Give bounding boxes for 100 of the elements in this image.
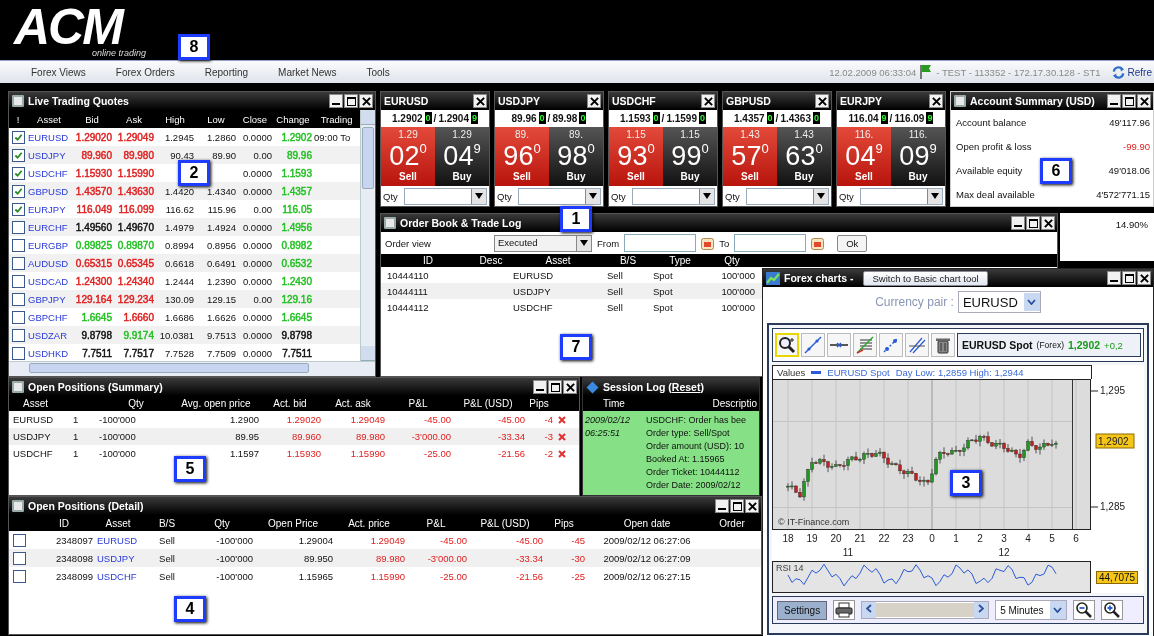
column-header[interactable]: Pips xyxy=(543,517,585,529)
calendar-icon[interactable] xyxy=(811,236,825,250)
close-button[interactable] xyxy=(1041,216,1055,230)
column-header[interactable]: P&L (USD) xyxy=(451,398,525,409)
column-header[interactable]: Pips xyxy=(525,398,553,409)
chart-scrollbar[interactable] xyxy=(861,601,990,619)
checkbox[interactable] xyxy=(11,148,25,162)
checkbox[interactable] xyxy=(13,569,26,583)
calendar-icon[interactable] xyxy=(701,236,715,250)
checkbox[interactable] xyxy=(11,184,25,198)
column-header[interactable]: Open Price xyxy=(253,517,333,529)
close-button[interactable] xyxy=(563,380,577,394)
checkbox[interactable] xyxy=(11,274,25,288)
switch-chart-button[interactable]: Switch to Basic chart tool xyxy=(863,270,988,286)
close-button[interactable] xyxy=(701,94,715,108)
column-header[interactable]: Asset xyxy=(511,255,605,266)
close-button[interactable] xyxy=(815,94,829,108)
close-button[interactable] xyxy=(473,94,487,108)
checkbox[interactable] xyxy=(11,310,25,324)
checkbox[interactable] xyxy=(11,346,25,360)
minimize-button[interactable] xyxy=(1011,216,1025,230)
qty-combo-box[interactable] xyxy=(859,187,943,205)
buy-button[interactable]: 89. 98$^{0}$ Buy xyxy=(549,126,603,187)
close-button[interactable] xyxy=(359,94,373,108)
maximize-button[interactable] xyxy=(1026,216,1040,230)
sell-button[interactable]: 1.43 57$^{0}$ Sell xyxy=(723,126,777,187)
points-tool-button[interactable] xyxy=(879,333,903,357)
column-header[interactable]: ! xyxy=(9,110,27,128)
refresh-button[interactable]: Refre xyxy=(1110,64,1152,80)
column-header[interactable]: Act. bid xyxy=(259,398,321,409)
checkbox[interactable] xyxy=(11,256,25,270)
column-header[interactable]: Asset xyxy=(27,110,71,128)
qty-combo-box[interactable] xyxy=(403,187,487,205)
buy-button[interactable]: 1.29 04$^{9}$ Buy xyxy=(435,126,489,187)
column-header[interactable]: Bid xyxy=(71,110,113,128)
column-header[interactable]: ID xyxy=(385,255,471,266)
currency-pair-select[interactable]: EURUSD xyxy=(957,291,1041,313)
column-header[interactable]: Order xyxy=(709,517,755,529)
interval-select[interactable]: 5 Minutes xyxy=(995,600,1067,620)
close-button[interactable] xyxy=(587,94,601,108)
zoom-tool-button[interactable] xyxy=(775,333,799,357)
qty-combo-box[interactable] xyxy=(517,187,601,205)
column-header[interactable]: P&L xyxy=(405,517,467,529)
minimize-button[interactable] xyxy=(715,499,729,513)
column-header[interactable]: Low xyxy=(195,110,237,128)
column-header[interactable]: Type xyxy=(651,255,709,266)
checkbox[interactable] xyxy=(11,328,25,342)
scroll-right-icon[interactable] xyxy=(978,604,985,613)
settings-button[interactable]: Settings xyxy=(777,600,828,620)
column-header[interactable]: Qty xyxy=(99,398,173,409)
sell-button[interactable]: 116. 04$^{9}$ Sell xyxy=(837,126,891,187)
minimize-button[interactable] xyxy=(1107,94,1121,108)
order-view-select[interactable]: Executed xyxy=(494,234,592,252)
column-header[interactable]: Avg. open price xyxy=(173,398,259,409)
buy-button[interactable]: 116. 09$^{9}$ Buy xyxy=(891,126,945,187)
close-position-icon[interactable] xyxy=(558,432,566,441)
buy-button[interactable]: 1.43 63$^{0}$ Buy xyxy=(777,126,831,187)
column-header[interactable]: Trading xyxy=(313,110,361,128)
delete-icon[interactable] xyxy=(931,333,955,357)
zoom-in-button[interactable] xyxy=(1100,600,1123,620)
checkbox[interactable] xyxy=(13,551,26,565)
maximize-button[interactable] xyxy=(344,94,358,108)
close-position-icon[interactable] xyxy=(558,449,566,458)
column-header[interactable]: Ask xyxy=(113,110,155,128)
to-date-field[interactable] xyxy=(734,234,807,252)
maximize-button[interactable] xyxy=(730,499,744,513)
sell-button[interactable]: 89. 96$^{0}$ Sell xyxy=(495,126,549,187)
column-header[interactable]: B/S xyxy=(605,255,651,266)
checkbox[interactable] xyxy=(11,292,25,306)
ok-button[interactable]: Ok xyxy=(837,234,868,252)
column-header[interactable]: Asset xyxy=(93,517,143,529)
menu-item[interactable]: Market News xyxy=(269,62,346,82)
menu-item[interactable]: Forex Views xyxy=(22,62,95,82)
checkbox[interactable] xyxy=(11,202,25,216)
close-button[interactable] xyxy=(745,499,759,513)
maximize-button[interactable] xyxy=(1122,271,1136,285)
column-header[interactable]: P&L (USD) xyxy=(467,517,543,529)
checkbox[interactable] xyxy=(11,166,25,180)
column-header[interactable]: Open date xyxy=(585,517,709,529)
horizontal-line-tool-button[interactable] xyxy=(827,333,851,357)
minimize-button[interactable] xyxy=(533,380,547,394)
menu-item[interactable]: Tools xyxy=(357,62,399,82)
close-position-icon[interactable] xyxy=(558,415,566,424)
trend-line-tool-button[interactable] xyxy=(801,333,825,357)
print-button[interactable] xyxy=(833,600,856,620)
column-header[interactable]: Desc xyxy=(471,255,511,266)
close-button[interactable] xyxy=(1137,94,1151,108)
checkbox[interactable] xyxy=(11,220,25,234)
scroll-left-icon[interactable] xyxy=(866,604,873,613)
column-header[interactable]: Act. price xyxy=(333,517,405,529)
column-header[interactable]: Close xyxy=(237,110,273,128)
horizontal-scrollbar[interactable] xyxy=(9,361,375,376)
column-header[interactable]: P&L xyxy=(385,398,451,409)
buy-button[interactable]: 1.15 99$^{0}$ Buy xyxy=(663,126,717,187)
column-header[interactable]: ID xyxy=(35,517,93,529)
qty-combo-box[interactable] xyxy=(745,187,829,205)
checkbox[interactable] xyxy=(13,533,26,547)
from-date-field[interactable] xyxy=(624,234,697,252)
qty-combo-box[interactable] xyxy=(631,187,715,205)
zoom-out-button[interactable] xyxy=(1072,600,1095,620)
